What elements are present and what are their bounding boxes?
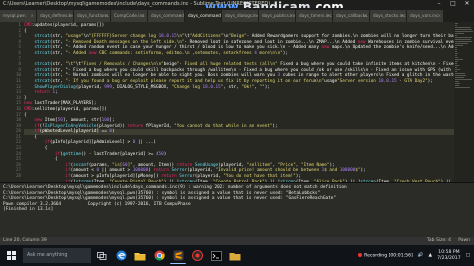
minimap[interactable] [454,22,474,182]
minimap-line [455,67,457,68]
minimap-line [455,57,458,58]
minimap-line [455,23,458,24]
minimap-line [455,37,472,38]
status-bar: Line 20, Column 39 Tab Size: 4 Pawn [0,237,474,245]
line-number-gutter: 1 2 3 4 5 6 7 8 9 10 11 12 13 14 15 16 17 18 19 20 21 22 23 24 2… [0,22,24,182]
tab-close-icon[interactable]: × [178,10,182,22]
windows-logo-icon [6,251,16,260]
window-controls: – □ ✕ [434,0,472,8]
code-line: strcat(str, "- If you found a bug or exp… [34,78,433,84]
minimap-line [455,65,460,66]
minimap-line [455,45,463,46]
tab-10[interactable]: days_stocks.inc × [370,10,407,22]
syntax-indicator[interactable]: Pawn [458,238,470,243]
tab-6[interactable]: days_dialogs.inc × [222,10,259,22]
editor-tabbar: mysql.pwn × days_defines.inc × days_function… [0,8,474,22]
minimap-line [455,85,459,86]
tab-3[interactable]: CompCode.inc × [111,10,148,22]
tab-4[interactable]: days_commands.inc× [148,10,185,22]
minimap-line [455,33,464,34]
tab-close-icon[interactable]: × [104,10,108,22]
sublime-icon[interactable] [170,247,186,264]
chrome-icon[interactable] [151,248,167,264]
minimap-line [455,83,460,84]
minimap-line [455,69,460,70]
clock-date: 7/23/2017 [437,255,461,261]
system-tray: Recording [00:01:56] 🔊 ▲ 10:58 PM 7/23/2… [358,245,470,266]
tab-close-icon[interactable]: × [326,10,330,22]
cortana-search-input[interactable]: Ask me anything [23,248,91,263]
tab-close-icon[interactable]: × [67,10,71,22]
tab-close-icon[interactable]: × [141,10,145,22]
minimap-line [455,47,457,48]
speaker-icon[interactable]: 🔊 [418,253,424,258]
tab-close-icon[interactable]: × [289,10,293,22]
tab-2[interactable]: days_functions.inc× [74,10,111,22]
minimap-line [455,87,470,88]
explorer-icon[interactable] [132,248,148,264]
status-right: Tab Size: 4 Pawn [427,237,470,245]
line-number: 28 [15,174,21,180]
cmd-icon[interactable] [208,248,224,264]
maximize-button[interactable]: □ [448,0,458,8]
edge-icon[interactable] [113,248,129,264]
minimap-line [455,43,469,44]
tab-0[interactable]: mysql.pwn × [0,10,37,22]
tab-close-icon[interactable]: × [400,10,404,22]
output-line: [Finished in 13.1s] [3,207,54,213]
code-line: strcat(str, "\t"\t"Fixes / Removals / Ch… [34,62,454,68]
clock-time: 10:58 PM [438,249,460,255]
tab-5[interactable]: days_commands.inc× [185,10,222,22]
minimap-line [455,81,460,82]
tab-7[interactable]: days_publics.inc × [259,10,296,22]
minimap-line [455,77,464,78]
tab-close-icon[interactable]: × [30,10,34,22]
tab-11[interactable]: days_vars.inc × [407,10,444,22]
minimap-line [455,79,472,80]
minimap-line [455,35,457,36]
minimap-line [455,25,457,26]
minimap-line [455,29,472,30]
tab-label: mysql.pwn [3,13,26,18]
tab-label: CompCode.inc [114,13,145,18]
minimap-line [455,59,464,60]
minimap-line [455,53,458,54]
tab-label: days_vars.inc [410,13,439,18]
build-output-panel: C:\Users\Learner\Desktop\mysql\gamemodes… [0,182,474,237]
minimap-line [455,51,458,52]
folder-icon[interactable] [227,248,243,264]
task-view-icon[interactable] [94,248,110,264]
minimap-line [455,55,457,56]
minimap-line [455,63,457,64]
close-button[interactable]: ✕ [462,0,472,8]
minimap-line [455,71,457,72]
minimap-line [455,61,458,62]
minimap-line [455,75,466,76]
tab-close-icon[interactable]: × [252,10,256,22]
tab-close-icon[interactable]: × [363,10,367,22]
network-icon[interactable]: ▲ [429,253,433,258]
record-dot-icon [358,252,363,257]
bandicam-icon[interactable] [189,248,205,264]
code-editor[interactable]: CMD:updates(playerid, params[]){ strcat(… [24,22,454,183]
notifications-icon[interactable]: □ [466,253,470,258]
recording-indicator[interactable]: Recording [00:01:56] [358,252,413,258]
tab-close-icon[interactable]: × [215,10,219,22]
tab-size-indicator[interactable]: Tab Size: 4 [427,238,451,243]
tab-close-icon[interactable]: × [437,10,441,22]
taskbar-clock[interactable]: 10:58 PM 7/23/2017 [437,250,461,262]
tab-8[interactable]: days_timers.inc × [296,10,333,22]
minimap-line [455,73,465,74]
tab-1[interactable]: days_defines.inc × [37,10,74,22]
cursor-position: Line 20, Column 39 [3,238,47,243]
minimap-line [455,27,471,28]
minimap-line [455,49,457,50]
start-button[interactable] [0,245,22,266]
minimap-line [455,31,473,32]
minimap-line [455,39,472,40]
tab-9[interactable]: days_callbacks.inc× [333,10,370,22]
minimap-line [455,41,472,42]
minimize-button[interactable]: – [434,0,444,8]
